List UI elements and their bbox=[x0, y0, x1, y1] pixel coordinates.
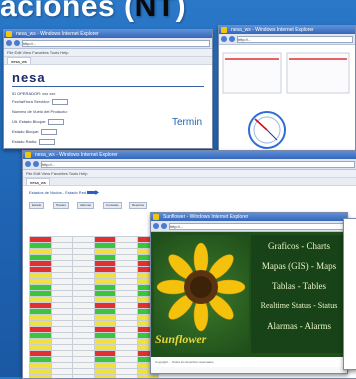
nesa-dashboard-window[interactable]: nesa_ws - Windows Internet Explorer http… bbox=[3, 29, 213, 149]
browser-toolbar: http://... bbox=[23, 159, 356, 170]
niveles-button[interactable]: Niveles bbox=[53, 202, 69, 209]
forward-icon[interactable] bbox=[33, 161, 39, 167]
consolas-button[interactable]: Consolas bbox=[103, 202, 122, 209]
forward-icon[interactable] bbox=[229, 36, 235, 42]
header-divider bbox=[12, 86, 204, 87]
chart-area bbox=[219, 45, 355, 150]
menubar[interactable]: File Edit View Favorites Tools Help bbox=[23, 170, 356, 178]
ie-icon bbox=[6, 31, 12, 37]
window-titlebar[interactable]: nesa_ws - Windows Internet Explorer bbox=[4, 30, 212, 38]
field-box[interactable] bbox=[52, 99, 68, 105]
tab-nesa[interactable]: nesa_ws bbox=[26, 178, 50, 185]
sunflower-brand: Sunflower bbox=[155, 332, 206, 347]
chart-svg bbox=[219, 45, 355, 150]
window-titlebar[interactable]: nesa_ws - Windows Internet Explorer bbox=[219, 26, 355, 34]
field-label: Ult. Estado Bloque: bbox=[12, 119, 46, 124]
forward-icon[interactable] bbox=[161, 223, 167, 229]
window-title: nesa_ws - Windows Internet Explorer bbox=[16, 31, 99, 37]
back-icon[interactable] bbox=[153, 223, 159, 229]
sunflower-window[interactable]: Sunflower - Windows Internet Explorer ht… bbox=[150, 212, 348, 374]
field-row: Ult. Estado Bloque: bbox=[12, 119, 64, 125]
back-icon[interactable] bbox=[25, 161, 31, 167]
address-bar[interactable]: http://... bbox=[237, 36, 353, 43]
status-table bbox=[29, 236, 159, 379]
slide-title-strong: NT bbox=[135, 0, 176, 23]
back-icon[interactable] bbox=[6, 40, 12, 46]
ie-icon bbox=[25, 152, 31, 158]
alarmas-button[interactable]: Alarmas bbox=[77, 202, 94, 209]
slide-title: aciones (NT) bbox=[0, 0, 356, 24]
page-content: nesa ID OPERADOR: xxx xxx Fecha/Hora Ser… bbox=[4, 65, 212, 149]
address-bar[interactable]: http://... bbox=[41, 161, 355, 168]
menu-link-charts[interactable]: Graficos - Charts bbox=[257, 241, 341, 251]
estado-button[interactable]: Estado bbox=[29, 202, 44, 209]
menu-link-status[interactable]: Realtime Status - Status bbox=[257, 301, 341, 310]
menu-panel: Graficos - Charts Mapas (GIS) - Maps Tab… bbox=[251, 235, 343, 353]
slide-title-prefix: aciones ( bbox=[0, 0, 135, 23]
field-label: Estado Radio: bbox=[12, 139, 37, 144]
section-label: Estados de Nodos - Estado Red bbox=[29, 190, 86, 195]
field-row: Estado Bloque: bbox=[12, 129, 57, 135]
reportes-button[interactable]: Reportes bbox=[129, 202, 147, 209]
field-row: Estado Radio: bbox=[12, 139, 55, 145]
tab-bar: nesa_ws bbox=[23, 178, 356, 186]
field-box[interactable] bbox=[41, 129, 57, 135]
field-row: Fecha/Hora Servidor: bbox=[12, 99, 68, 105]
ie-icon bbox=[153, 214, 159, 220]
menu-link-alarms[interactable]: Alarmas - Alarms bbox=[257, 321, 341, 331]
field-box[interactable] bbox=[48, 119, 64, 125]
forward-icon[interactable] bbox=[14, 40, 20, 46]
browser-toolbar: http://... bbox=[151, 221, 347, 232]
window-title: nesa_ws - Windows Internet Explorer bbox=[35, 152, 118, 158]
tab-nesa[interactable]: nesa_ws bbox=[7, 57, 31, 64]
field-label: Fecha/Hora Servidor: bbox=[12, 99, 50, 104]
browser-toolbar: http://... bbox=[4, 38, 212, 49]
window-titlebar[interactable]: nesa_ws - Windows Internet Explorer bbox=[23, 151, 356, 159]
window-title: nesa_ws - Windows Internet Explorer bbox=[231, 27, 314, 33]
chart-window[interactable]: nesa_ws - Windows Internet Explorer http… bbox=[218, 25, 356, 157]
address-bar[interactable]: http://... bbox=[22, 40, 210, 47]
back-icon[interactable] bbox=[221, 36, 227, 42]
window-title: Sunflower - Windows Internet Explorer bbox=[163, 214, 248, 220]
page-content: Sunflower Graficos - Charts Mapas (GIS) … bbox=[151, 232, 347, 357]
browser-toolbar: http://... bbox=[219, 34, 355, 45]
slide-title-suffix: ) bbox=[176, 0, 187, 23]
tab-bar: nesa_ws bbox=[4, 57, 212, 65]
window-titlebar[interactable]: Sunflower - Windows Internet Explorer bbox=[151, 213, 347, 221]
nesa-logo: nesa bbox=[12, 70, 46, 85]
field-box[interactable] bbox=[39, 139, 55, 145]
page-footer: Copyright ... Todos los derechos reserva… bbox=[151, 357, 347, 367]
menu-link-maps[interactable]: Mapas (GIS) - Maps bbox=[257, 261, 341, 271]
menubar[interactable]: File Edit View Favorites Tools Help bbox=[4, 49, 212, 57]
address-bar[interactable]: http://... bbox=[169, 223, 345, 230]
field-row: ID OPERADOR: xxx xxx bbox=[12, 91, 55, 96]
ie-icon bbox=[221, 27, 227, 33]
menu-link-tables[interactable]: Tablas - Tables bbox=[257, 281, 341, 291]
terminal-label: Termin bbox=[172, 117, 202, 128]
partial-window-edge bbox=[343, 218, 356, 370]
field-label: Estado Bloque: bbox=[12, 129, 39, 134]
arrow-right-icon[interactable] bbox=[87, 190, 99, 195]
field-row: Numero de Vuelo del Producto: bbox=[12, 109, 68, 114]
